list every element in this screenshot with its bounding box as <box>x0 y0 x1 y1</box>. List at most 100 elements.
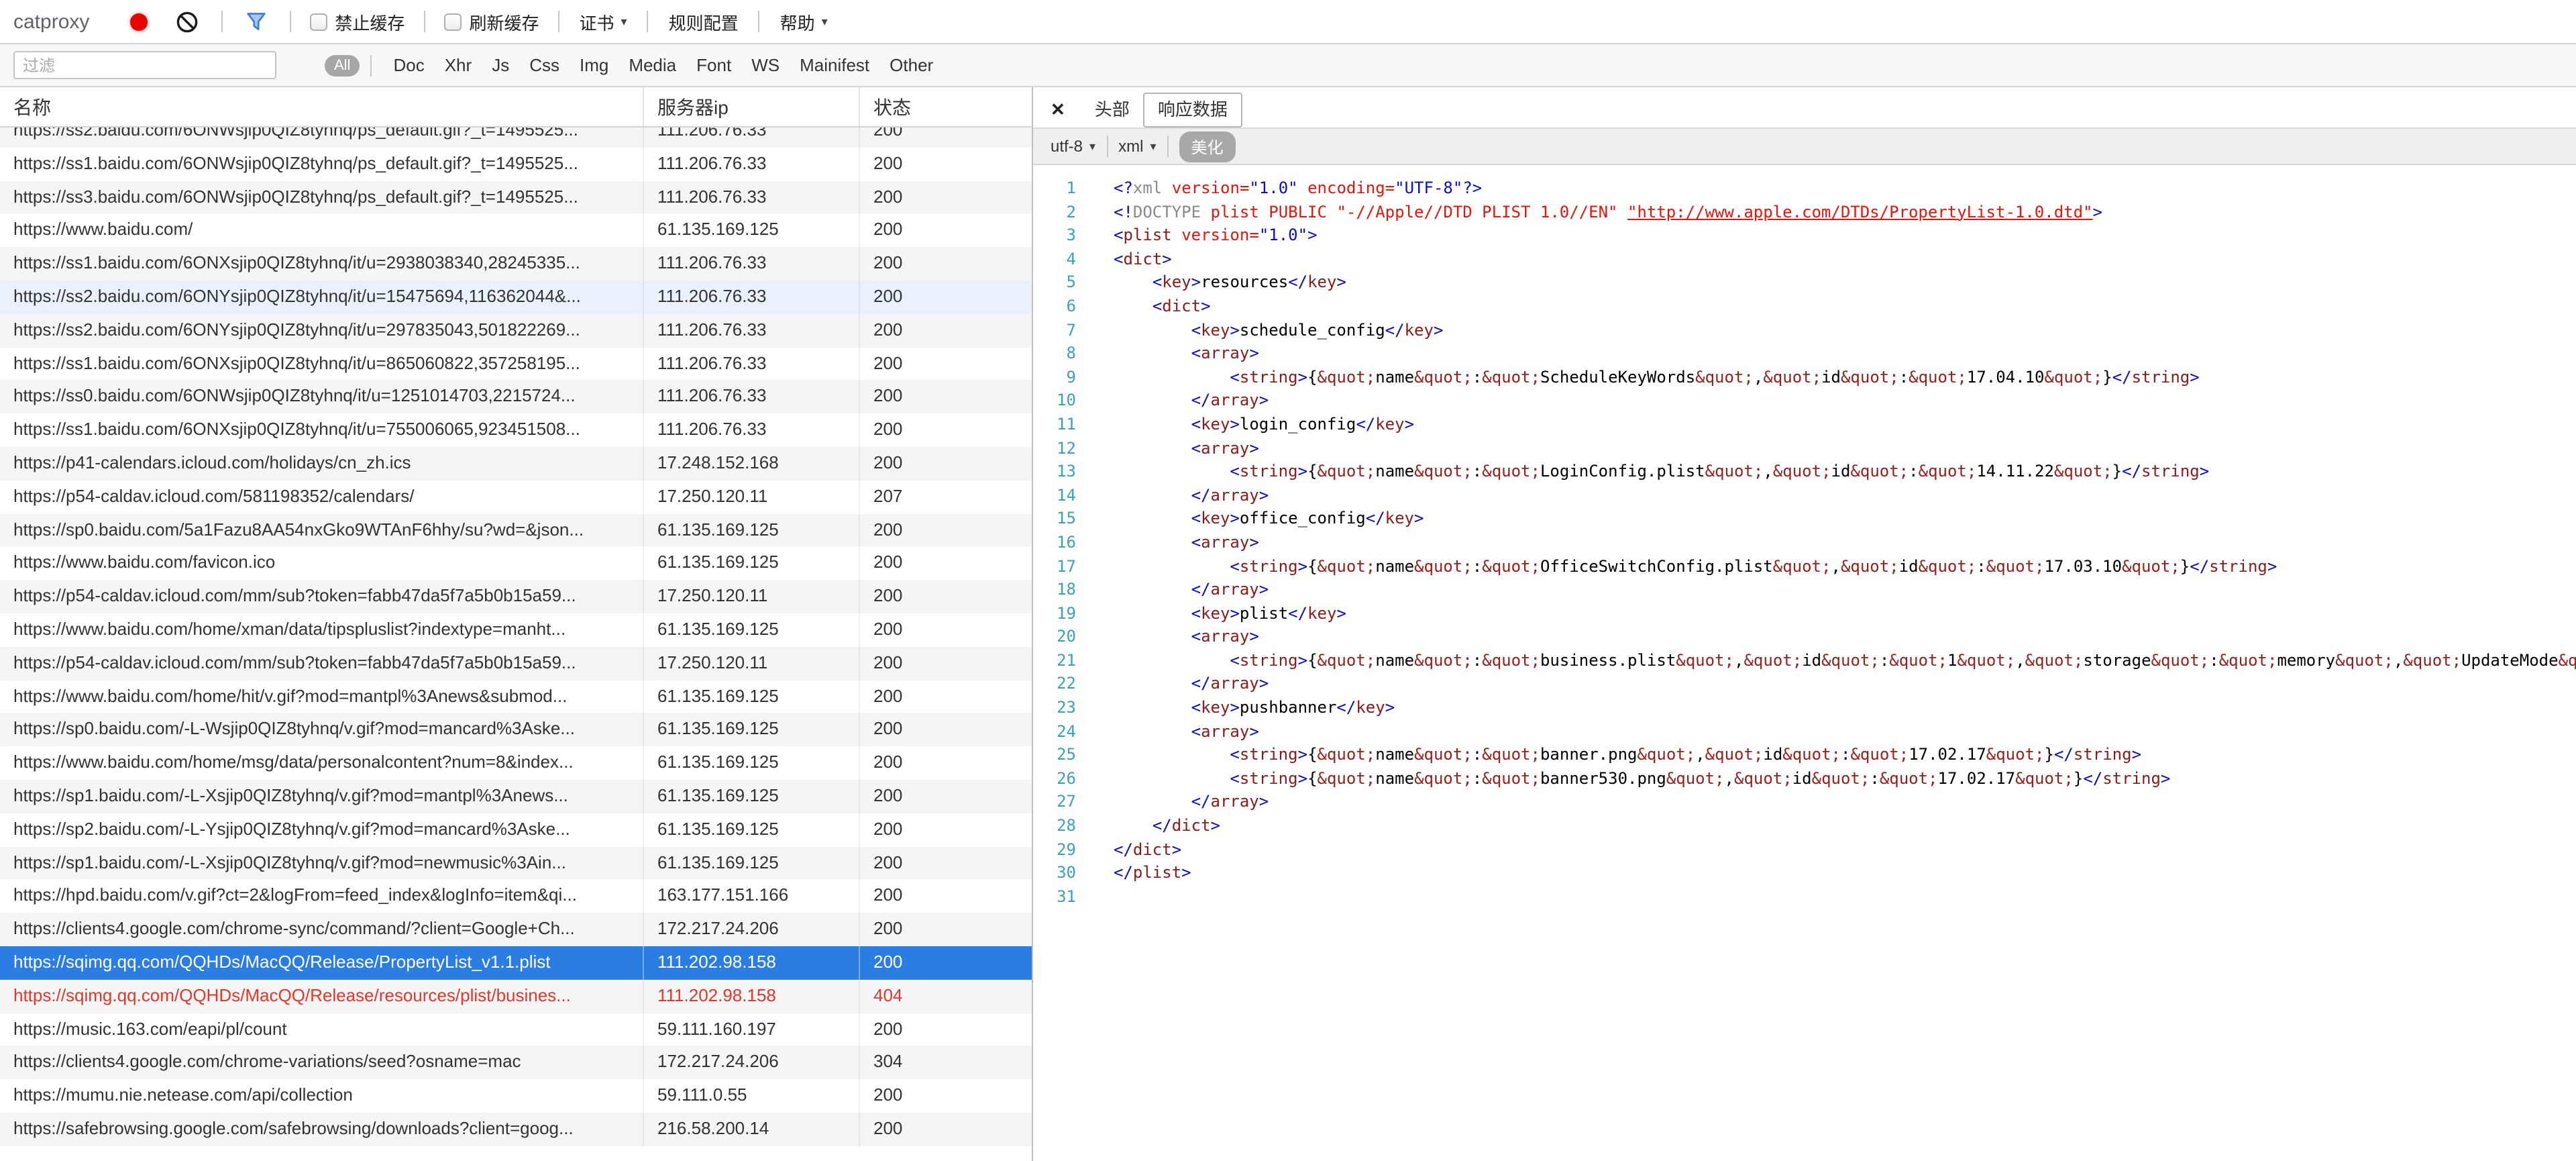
table-row[interactable]: https://ss2.baidu.com/6ONYsjip0QIZ8tyhnq… <box>0 314 1032 348</box>
table-row[interactable]: https://www.baidu.com/home/msg/data/pers… <box>0 746 1032 780</box>
table-row[interactable]: https://ss2.baidu.com/6ONWsjip0QIZ8tyhnq… <box>0 128 1032 148</box>
resource-type-media[interactable]: Media <box>629 55 676 75</box>
line-number: 24 <box>1041 720 1076 744</box>
table-row[interactable]: https://sqimg.qq.com/QQHDs/MacQQ/Release… <box>0 979 1032 1013</box>
resource-type-font[interactable]: Font <box>696 55 731 75</box>
resource-type-img[interactable]: Img <box>580 55 608 75</box>
disable-cache-checkbox[interactable]: 禁止缓存 <box>309 9 405 34</box>
code-line: 27 </array> <box>1041 791 2576 815</box>
code-line-content: <string>{&quot;name&quot;:&quot;OfficeSw… <box>1114 555 2277 578</box>
table-row[interactable]: https://safebrowsing.google.com/safebrow… <box>0 1113 1032 1146</box>
help-menu[interactable]: 帮助 ▾ <box>780 9 828 34</box>
filter-separator <box>370 54 372 76</box>
resource-type-other[interactable]: Other <box>890 55 933 75</box>
resource-type-ws[interactable]: WS <box>751 55 780 75</box>
tab-response-data[interactable]: 响应数据 <box>1143 93 1242 128</box>
table-row[interactable]: https://ss1.baidu.com/6ONXsjip0QIZ8tyhnq… <box>0 413 1032 447</box>
resource-type-js[interactable]: Js <box>492 55 509 75</box>
table-row[interactable]: https://www.baidu.com/ 61.135.169.125 20… <box>0 214 1032 248</box>
status-code: 200 <box>860 413 1032 447</box>
resource-type-xhr[interactable]: Xhr <box>445 55 472 75</box>
filter-input[interactable] <box>13 51 276 79</box>
code-line: 3<plist version="1.0"> <box>1041 224 2576 248</box>
column-header-server-ip[interactable]: 服务器ip <box>644 87 860 126</box>
status-code: 200 <box>860 1013 1032 1046</box>
table-row[interactable]: https://mumu.nie.netease.com/api/collect… <box>0 1079 1032 1113</box>
status-code: 200 <box>860 713 1032 747</box>
table-row[interactable]: https://clients4.google.com/chrome-varia… <box>0 1046 1032 1080</box>
line-number: 15 <box>1041 508 1076 532</box>
filter-button[interactable] <box>245 11 266 32</box>
resource-type-css[interactable]: Css <box>529 55 559 75</box>
filter-all-badge[interactable]: All <box>325 54 360 76</box>
table-row[interactable]: https://sqimg.qq.com/QQHDs/MacQQ/Release… <box>0 946 1032 980</box>
code-line: 24 <array> <box>1041 720 2576 744</box>
code-line: 26 <string>{&quot;name&quot;:&quot;banne… <box>1041 768 2576 791</box>
code-line: 13 <string>{&quot;name&quot;:&quot;Login… <box>1041 460 2576 484</box>
toolbar: catproxy 禁止缓存 刷新缓存 证书 ▾ <box>0 0 2576 44</box>
disable-cache-label: 禁止缓存 <box>335 9 405 34</box>
request-url: https://p54-caldav.icloud.com/mm/sub?tok… <box>0 647 644 680</box>
table-row[interactable]: https://p54-caldav.icloud.com/mm/sub?tok… <box>0 580 1032 613</box>
record-icon[interactable] <box>129 13 147 30</box>
line-number: 11 <box>1041 413 1076 437</box>
request-url: https://music.163.com/eapi/pl/count <box>0 1013 644 1046</box>
resource-type-doc[interactable]: Doc <box>393 55 424 75</box>
code-line-content: </plist> <box>1114 862 1191 885</box>
close-icon[interactable]: ✕ <box>1051 99 1065 121</box>
code-line-content: <string>{&quot;name&quot;:&quot;business… <box>1114 650 2576 673</box>
line-number: 16 <box>1041 532 1076 555</box>
table-row[interactable]: https://sp0.baidu.com/5a1Fazu8AA54nxGko9… <box>0 513 1032 547</box>
refresh-cache-label: 刷新缓存 <box>469 9 539 34</box>
table-row[interactable]: https://ss3.baidu.com/6ONWsjip0QIZ8tyhnq… <box>0 181 1032 214</box>
resource-type-mainifest[interactable]: Mainifest <box>800 55 869 75</box>
table-row[interactable]: https://sp1.baidu.com/-L-Xsjip0QIZ8tyhnq… <box>0 780 1032 813</box>
table-row[interactable]: https://www.baidu.com/home/hit/v.gif?mod… <box>0 680 1032 713</box>
table-row[interactable]: https://p54-caldav.icloud.com/581198352/… <box>0 481 1032 514</box>
table-row[interactable]: https://music.163.com/eapi/pl/count 59.1… <box>0 1013 1032 1046</box>
table-row[interactable]: https://ss1.baidu.com/6ONXsjip0QIZ8tyhnq… <box>0 347 1032 381</box>
column-header-name[interactable]: 名称 <box>0 87 644 126</box>
table-row[interactable]: https://clients4.google.com/chrome-sync/… <box>0 913 1032 946</box>
clear-requests-button[interactable] <box>175 10 198 33</box>
code-line: 11 <key>login_config</key> <box>1041 413 2576 437</box>
code-editor[interactable]: 1<?xml version="1.0" encoding="UTF-8"?>2… <box>1033 165 2576 1161</box>
table-row[interactable]: https://sp1.baidu.com/-L-Xsjip0QIZ8tyhnq… <box>0 846 1032 880</box>
status-code: 200 <box>860 1079 1032 1113</box>
format-select[interactable]: xml ▾ <box>1118 137 1156 156</box>
server-ip: 163.177.151.166 <box>644 880 860 913</box>
table-row[interactable]: https://ss1.baidu.com/6ONWsjip0QIZ8tyhnq… <box>0 148 1032 181</box>
table-row[interactable]: https://ss1.baidu.com/6ONXsjip0QIZ8tyhnq… <box>0 247 1032 281</box>
table-row[interactable]: https://sp2.baidu.com/-L-Ysjip0QIZ8tyhnq… <box>0 813 1032 846</box>
refresh-cache-checkbox[interactable]: 刷新缓存 <box>443 9 539 34</box>
encoding-select[interactable]: utf-8 ▾ <box>1051 137 1095 156</box>
tab-headers[interactable]: 头部 <box>1081 93 1143 128</box>
server-ip: 111.206.76.33 <box>644 247 860 281</box>
server-ip: 61.135.169.125 <box>644 547 860 580</box>
table-row[interactable]: https://hpd.baidu.com/v.gif?ct=2&logFrom… <box>0 880 1032 913</box>
resource-type-list: Doc Xhr Js Css Img Media Font WS Mainifest Other <box>393 55 933 75</box>
status-code: 200 <box>860 314 1032 348</box>
code-line: 2<!DOCTYPE plist PUBLIC "-//Apple//DTD P… <box>1041 201 2576 224</box>
table-row[interactable]: https://p41-calendars.icloud.com/holiday… <box>0 447 1032 481</box>
table-row[interactable]: https://ss2.baidu.com/6ONYsjip0QIZ8tyhnq… <box>0 281 1032 314</box>
toolbar-separator <box>557 11 559 32</box>
table-row[interactable]: https://www.baidu.com/favicon.ico 61.135… <box>0 547 1032 580</box>
column-header-status[interactable]: 状态 <box>860 87 1032 126</box>
table-row[interactable]: https://p54-caldav.icloud.com/mm/sub?tok… <box>0 647 1032 680</box>
code-line: 19 <key>plist</key> <box>1041 602 2576 625</box>
table-row[interactable]: https://ss0.baidu.com/6ONWsjip0QIZ8tyhnq… <box>0 381 1032 414</box>
status-code: 200 <box>860 148 1032 181</box>
table-row[interactable]: https://sp0.baidu.com/-L-Wsjip0QIZ8tyhnq… <box>0 713 1032 747</box>
certificate-menu[interactable]: 证书 ▾ <box>579 9 627 34</box>
code-line-content: <string>{&quot;name&quot;:&quot;Schedule… <box>1114 366 2200 390</box>
table-row[interactable]: https://www.baidu.com/home/xman/data/tip… <box>0 613 1032 647</box>
request-url: https://hpd.baidu.com/v.gif?ct=2&logFrom… <box>0 880 644 913</box>
line-number: 19 <box>1041 602 1076 625</box>
line-number: 27 <box>1041 791 1076 815</box>
rules-config-menu[interactable]: 规则配置 <box>669 9 739 34</box>
code-line-content: </array> <box>1114 484 1269 507</box>
beautify-button[interactable]: 美化 <box>1179 131 1236 162</box>
server-ip: 61.135.169.125 <box>644 746 860 780</box>
server-ip: 111.206.76.33 <box>644 148 860 181</box>
